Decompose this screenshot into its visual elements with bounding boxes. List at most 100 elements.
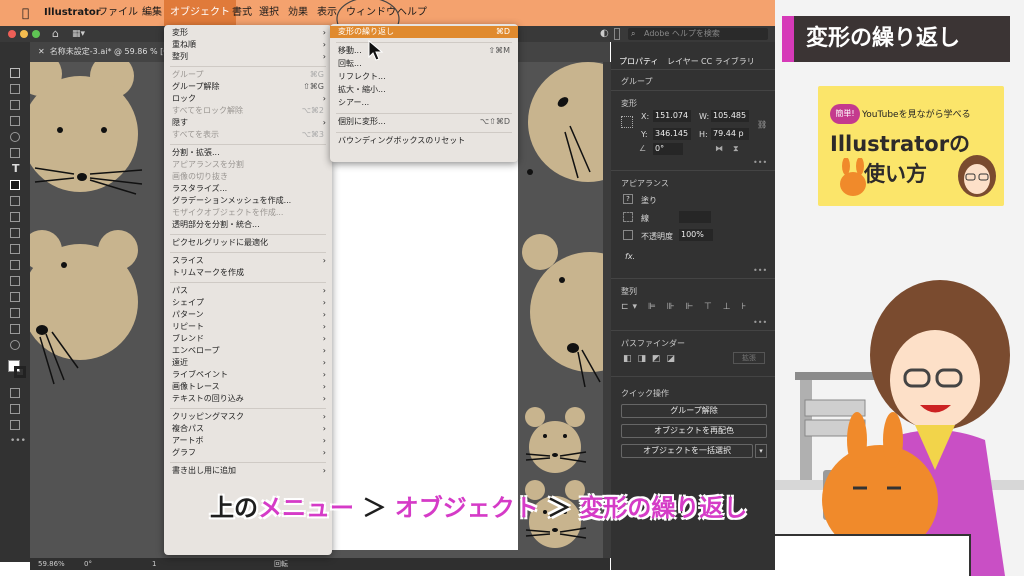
select-same-button[interactable]: オブジェクトを一括選択 [621,444,753,458]
reference-point-icon[interactable] [621,116,633,128]
menu-select[interactable]: 選択 [259,0,279,26]
object-menu-item[interactable]: グラフ › [164,447,332,459]
recolor-button[interactable]: オブジェクトを再配色 [621,424,767,438]
eyedropper-tool-icon[interactable] [10,260,20,270]
object-menu-item[interactable]: リピート › [164,321,332,333]
shape-builder-tool-icon[interactable] [10,228,20,238]
object-menu-item[interactable]: スライス › [164,255,332,267]
close-window-button[interactable] [8,30,16,38]
zoom-level[interactable]: 59.86% [38,558,65,570]
object-menu-item[interactable]: 重ね順 › [164,39,332,51]
object-menu-item[interactable]: ブレンド › [164,333,332,345]
pathfinder-buttons-icon[interactable]: ◧◨◩◪ [623,354,681,364]
w-field[interactable]: 105.485 [711,110,749,122]
object-menu-item[interactable]: パス › [164,285,332,297]
artboard-tool-icon[interactable] [10,308,20,318]
object-menu-item[interactable]: 整列 › [164,51,332,63]
zoom-window-button[interactable] [32,30,40,38]
ungroup-button[interactable]: グループ解除 [621,404,767,418]
stroke-swatch[interactable] [14,366,26,378]
symbol-sprayer-tool-icon[interactable] [10,292,20,302]
constrain-proportions-icon[interactable]: ⛓ [757,120,767,129]
layout-icon[interactable] [614,28,620,40]
object-menu-item[interactable]: トリムマークを作成 [164,267,332,279]
eraser-tool-icon[interactable] [10,196,20,206]
share-icon[interactable]: ◐ [600,26,609,42]
artboard-number[interactable]: 1 [152,558,156,570]
ellipse-tool-icon[interactable] [10,132,20,142]
menu-app-name[interactable]: Illustrator [44,0,101,26]
object-menu-item[interactable]: クリッピングマスク › [164,411,332,423]
paintbrush-tool-icon[interactable] [10,148,20,158]
selection-tool-icon[interactable] [10,68,20,78]
close-tab-icon[interactable]: ✕ [38,47,47,56]
tab-layers[interactable]: レイヤー [667,56,699,67]
object-menu-item[interactable]: ライブペイント › [164,369,332,381]
opacity-field[interactable]: 100% [679,229,713,241]
flip-horizontal-icon[interactable]: ⧓ [715,144,723,153]
object-menu-item[interactable]: ラスタライズ... [164,183,332,195]
fx-icon[interactable]: fx. [625,252,635,261]
object-menu-item[interactable]: 画像トレース › [164,381,332,393]
object-menu-item[interactable]: 書き出し用に追加 › [164,465,332,477]
angle-field[interactable]: 0° [653,143,683,155]
canvas-vertical-scrollbar[interactable] [603,62,611,558]
home-icon[interactable]: ⌂ [52,26,59,42]
align-more-icon[interactable]: ••• [753,318,767,327]
object-menu-item[interactable]: 透明部分を分割・統合... [164,219,332,231]
width-tool-icon[interactable] [10,212,20,222]
menu-type[interactable]: 書式 [232,0,252,26]
object-menu-item[interactable]: エンベロープ › [164,345,332,357]
transform-menu-item[interactable]: バウンディングボックスのリセット [330,135,518,147]
flip-vertical-icon[interactable]: ⧗ [733,144,739,154]
h-field[interactable]: 79.44 p [711,128,749,140]
zoom-tool-icon[interactable] [10,340,20,350]
draw-mode-icon[interactable] [10,404,20,414]
rotate-tool-icon[interactable] [10,180,20,190]
blend-tool-icon[interactable] [10,276,20,286]
transform-menu-item[interactable]: 個別に変形... ⌥⇧⌘D [330,116,518,128]
color-mode-icon[interactable] [10,388,20,398]
menu-effect[interactable]: 効果 [288,0,308,26]
y-field[interactable]: 346.145 [653,128,691,140]
object-menu-item[interactable]: シェイプ › [164,297,332,309]
object-menu-item[interactable]: ピクセルグリッドに最適化 [164,237,332,249]
object-menu-item[interactable]: アートボ › [164,435,332,447]
appearance-more-icon[interactable]: ••• [753,266,767,275]
apple-icon[interactable]:  [22,0,29,26]
object-menu-item[interactable]: 分割・拡張... [164,147,332,159]
tab-cc-libraries[interactable]: CC ライブラリ [701,56,755,67]
object-menu-item[interactable]: 遠近 › [164,357,332,369]
more-options-icon[interactable]: ••• [753,158,767,167]
minimize-window-button[interactable] [20,30,28,38]
stroke-weight-field[interactable] [679,211,711,223]
transform-menu-item[interactable]: シアー... [330,97,518,109]
align-buttons-icon[interactable]: ⊏▾ ⊫ ⊪ ⊩ ⊤ ⊥ ⊦ [621,302,750,312]
menu-file[interactable]: ファイル [98,0,138,26]
gradient-tool-icon[interactable] [10,244,20,254]
help-search-field[interactable]: ⌕ Adobe ヘルプを検索 [628,28,768,40]
menu-object[interactable]: オブジェクト [164,0,236,26]
transform-menu-item[interactable]: リフレクト... [330,71,518,83]
tab-properties[interactable]: プロパティ [619,56,659,67]
transform-menu-item[interactable]: 拡大・縮小... [330,84,518,96]
screen-mode-icon[interactable] [10,420,20,430]
object-menu-item[interactable]: 複合パス › [164,423,332,435]
transform-menu-item[interactable]: 回転... [330,58,518,70]
rotation-angle[interactable]: 0° [84,558,92,570]
hand-tool-icon[interactable] [10,324,20,334]
menu-view[interactable]: 表示 [317,0,337,26]
type-tool-icon[interactable]: T [12,162,20,175]
expand-button[interactable]: 拡張 [733,352,765,364]
more-tools-icon[interactable]: ••• [10,436,26,446]
fill-swatch-panel[interactable]: ? [623,194,633,204]
object-menu-item[interactable]: 隠す › [164,117,332,129]
workspace-switcher-icon[interactable]: ▦▾ [72,26,85,42]
transform-menu-item[interactable]: 変形の繰り返し ⌘D [330,26,518,38]
stroke-swatch-panel[interactable] [623,212,633,222]
magic-wand-tool-icon[interactable] [10,100,20,110]
menu-help[interactable]: ヘルプ [397,0,427,26]
object-menu-item[interactable]: テキストの回り込み › [164,393,332,405]
direct-selection-tool-icon[interactable] [10,84,20,94]
pen-tool-icon[interactable] [10,116,20,126]
